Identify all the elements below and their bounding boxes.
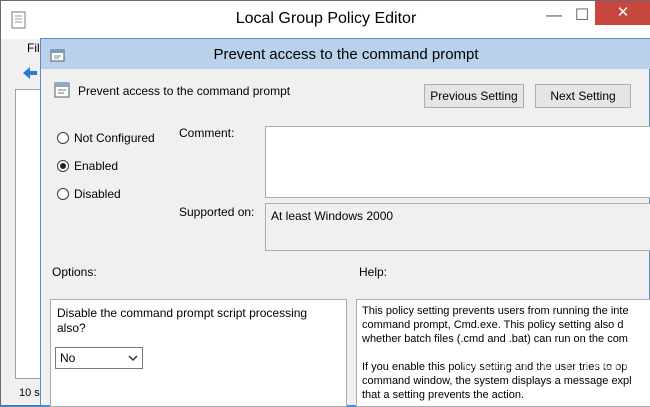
minimize-button[interactable]: —	[541, 1, 567, 31]
radio-circle[interactable]	[57, 160, 69, 172]
watermark: quantrimang	[461, 339, 650, 377]
policy-name: Prevent access to the command prompt	[78, 84, 291, 98]
policy-dialog: Prevent access to the command prompt Pre…	[40, 38, 650, 407]
radio-label: Disabled	[74, 187, 121, 201]
maximize-button[interactable]: ☐	[569, 1, 595, 31]
options-label: Options:	[52, 265, 97, 279]
chevron-down-icon	[128, 355, 138, 362]
supported-on-label: Supported on:	[179, 205, 255, 219]
help-label: Help:	[359, 265, 388, 279]
option-select-value: No	[60, 351, 76, 365]
close-button[interactable]: ✕	[595, 1, 650, 25]
policy-setting-icon	[54, 82, 70, 98]
radio-circle[interactable]	[57, 188, 69, 200]
radio-selected-dot	[60, 163, 66, 169]
options-pane: Disable the command prompt script proces…	[50, 299, 347, 407]
dialog-title-bar: Prevent access to the command prompt	[41, 39, 650, 69]
radio-label: Enabled	[74, 159, 119, 173]
supported-on-box: At least Windows 2000	[265, 203, 650, 251]
next-setting-button[interactable]: Next Setting	[535, 84, 631, 108]
supported-on-value: At least Windows 2000	[271, 209, 394, 223]
back-arrow-icon[interactable]	[21, 64, 39, 82]
radio-label: Not Configured	[74, 131, 155, 145]
comment-textarea[interactable]	[265, 126, 650, 198]
radio-circle[interactable]	[57, 132, 69, 144]
option-description: Disable the command prompt script proces…	[57, 306, 308, 335]
help-line: that a setting prevents the action.	[362, 389, 525, 401]
help-line: command prompt, Cmd.exe. This policy set…	[362, 319, 624, 331]
comment-label: Comment:	[179, 126, 235, 140]
option-select[interactable]: No	[55, 347, 143, 369]
dialog-title: Prevent access to the command prompt	[213, 46, 479, 63]
parent-title-bar: Local Group Policy Editor — ☐ ✕	[1, 1, 650, 39]
previous-setting-button[interactable]: Previous Setting	[424, 84, 524, 108]
help-line: This policy setting prevents users from …	[362, 305, 629, 317]
